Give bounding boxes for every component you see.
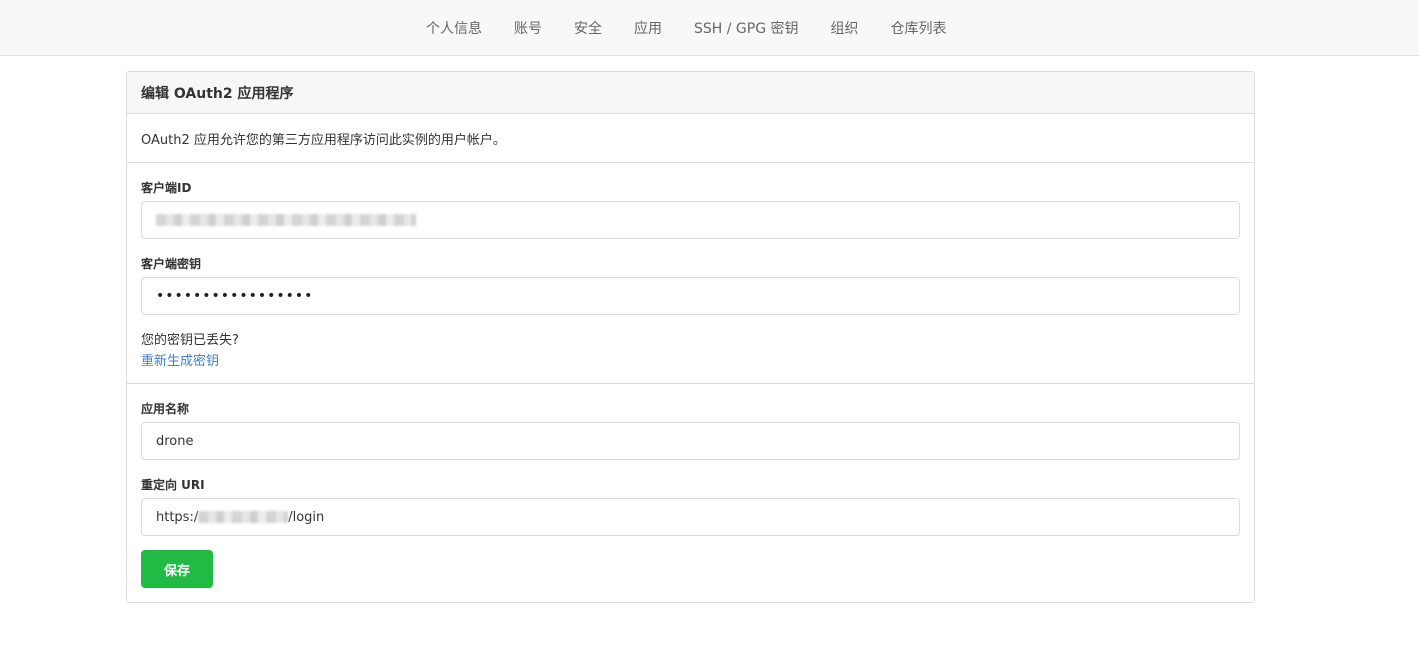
client-id-label: 客户端ID: [141, 181, 192, 195]
redacted-redirect-host: [198, 511, 289, 523]
redirect-uri-label: 重定向 URI: [141, 478, 205, 492]
regenerate-secret-link[interactable]: 重新生成密钥: [141, 350, 219, 369]
secret-lost-text: 您的密钥已丢失?: [141, 333, 239, 348]
redirect-uri-prefix: https:/: [156, 509, 199, 525]
nav-item-organizations[interactable]: 组织: [815, 18, 875, 38]
panel-description: OAuth2 应用允许您的第三方应用程序访问此实例的用户帐户。: [127, 114, 1254, 163]
nav-item-security[interactable]: 安全: [558, 18, 618, 38]
nav-item-account[interactable]: 账号: [498, 18, 558, 38]
app-name-value: drone: [156, 433, 194, 449]
save-button[interactable]: 保存: [141, 550, 213, 588]
app-name-label: 应用名称: [141, 402, 190, 416]
redirect-uri-field[interactable]: https:/ /login: [141, 498, 1240, 536]
credentials-section: 客户端ID 客户端密钥 ••••••••••••••••• 您的密钥已丢失? 重…: [127, 163, 1254, 384]
redacted-client-id: [156, 214, 416, 226]
client-secret-field[interactable]: •••••••••••••••••: [141, 277, 1240, 315]
app-name-field[interactable]: drone: [141, 422, 1240, 460]
nav-items: 个人信息 账号 安全 应用 SSH / GPG 密钥 组织 仓库列表: [410, 0, 963, 56]
nav-item-profile[interactable]: 个人信息: [410, 18, 498, 38]
panel-title: 编辑 OAuth2 应用程序: [127, 72, 1254, 114]
redirect-uri-suffix: /login: [288, 509, 325, 525]
nav-item-repositories[interactable]: 仓库列表: [875, 18, 963, 38]
client-id-field[interactable]: [141, 201, 1240, 239]
nav-item-ssh-gpg-keys[interactable]: SSH / GPG 密钥: [678, 18, 815, 38]
client-secret-value: •••••••••••••••••: [156, 288, 314, 304]
edit-oauth2-panel: 编辑 OAuth2 应用程序 OAuth2 应用允许您的第三方应用程序访问此实例…: [126, 71, 1255, 603]
top-navigation: 个人信息 账号 安全 应用 SSH / GPG 密钥 组织 仓库列表: [0, 0, 1419, 56]
client-secret-label: 客户端密钥: [141, 257, 202, 271]
nav-item-applications[interactable]: 应用: [618, 18, 678, 38]
